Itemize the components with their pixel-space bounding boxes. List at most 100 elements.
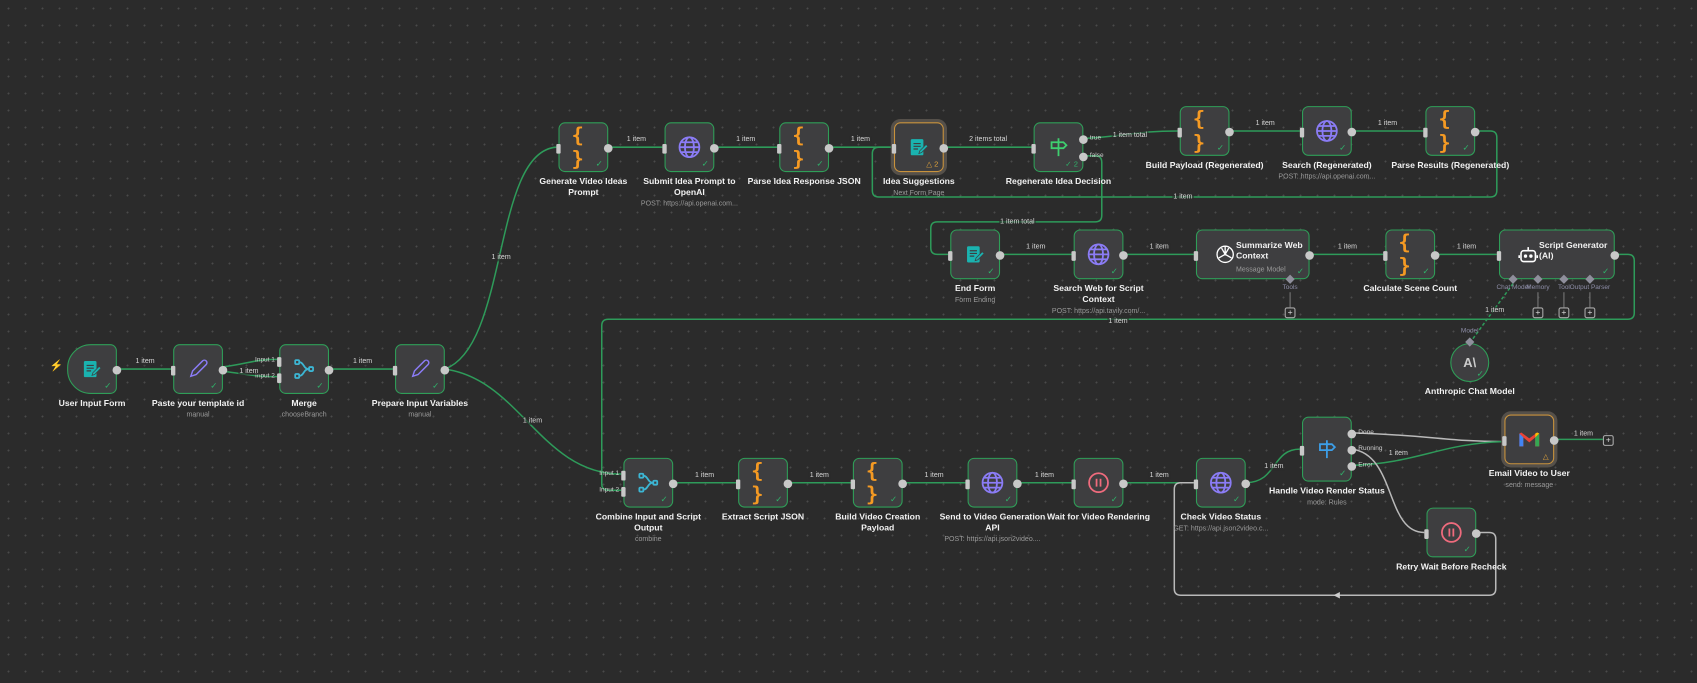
add-subnode-button[interactable]: + xyxy=(1284,307,1296,319)
node-regenerate-idea-decision[interactable]: ✓ 2 true false xyxy=(1031,122,1104,173)
node-send-to-video-generation-api[interactable]: ✓ xyxy=(965,457,1022,508)
output-port[interactable] xyxy=(995,251,1005,260)
input-port[interactable] xyxy=(1031,143,1036,154)
node-label: Script Generator (AI) xyxy=(1539,240,1613,262)
node-calculate-scene-count[interactable]: { } ✓ xyxy=(1383,229,1440,280)
add-subnode-button[interactable]: + xyxy=(1532,307,1544,319)
input-port[interactable] xyxy=(850,478,856,489)
output-port[interactable] xyxy=(324,365,334,375)
success-check-icon: ✓ xyxy=(1462,142,1470,153)
output-port[interactable] xyxy=(1347,127,1357,137)
output-port[interactable] xyxy=(709,143,719,153)
node-title: Paste your template id xyxy=(151,398,245,409)
input-port[interactable] xyxy=(1177,127,1182,137)
input-port[interactable] xyxy=(1423,127,1428,137)
node-email-video-to-user[interactable]: △ xyxy=(1502,414,1559,465)
output-port[interactable] xyxy=(939,143,949,153)
node-handle-video-render-status[interactable]: ✓ Done Running Error xyxy=(1299,416,1382,482)
input-port[interactable] xyxy=(1383,250,1388,261)
output-port[interactable] xyxy=(1347,462,1357,471)
node-parse-results-regenerated[interactable]: { } ✓ xyxy=(1423,106,1480,156)
output-port[interactable] xyxy=(1013,479,1022,489)
node-end-form[interactable]: ✓ xyxy=(948,229,1005,280)
input-port[interactable] xyxy=(171,365,176,376)
output-port[interactable] xyxy=(1549,436,1559,445)
node-parse-idea-response-json[interactable]: { } ✓ xyxy=(777,122,834,173)
success-check-icon: ✓ xyxy=(660,494,668,505)
node-user-input-form[interactable]: ✓ xyxy=(67,344,122,394)
node-idea-suggestions[interactable]: △ 2 xyxy=(891,122,949,173)
input-port[interactable] xyxy=(662,143,667,154)
output-port[interactable] xyxy=(1241,479,1251,489)
node-extract-script-json[interactable]: { } ✓ xyxy=(735,457,793,508)
node-build-video-creation-payload[interactable]: { } ✓ xyxy=(850,457,907,508)
node-summarize-web-context[interactable]: ✓ Summarize Web Context Message Model xyxy=(1193,229,1314,280)
input-port[interactable] xyxy=(777,143,782,154)
node-script-generator-ai[interactable]: ✓ Script Generator (AI) xyxy=(1496,229,1620,280)
input-port[interactable] xyxy=(621,487,626,497)
input-port[interactable] xyxy=(1424,528,1429,539)
input-port[interactable] xyxy=(277,373,282,384)
output-port[interactable] xyxy=(1079,135,1088,144)
output-port[interactable] xyxy=(112,365,122,375)
node-retry-wait-before-recheck[interactable]: ✓ xyxy=(1424,507,1481,558)
input-port[interactable] xyxy=(277,357,282,367)
output-port[interactable] xyxy=(668,479,678,489)
workflow-canvas[interactable]: ⚡ ✓ User Input Form ✓ Paste your template id… xyxy=(0,0,1697,683)
output-port[interactable] xyxy=(1347,445,1357,455)
code-braces-icon: { } xyxy=(751,458,765,507)
node-paste-your-template-id[interactable]: ✓ xyxy=(171,344,228,394)
node-search-regenerated[interactable]: ✓ xyxy=(1299,106,1357,156)
input-port[interactable] xyxy=(735,478,741,489)
output-port[interactable] xyxy=(1079,152,1088,162)
input-port[interactable] xyxy=(1193,478,1199,489)
node-search-web-for-script-context[interactable]: ✓ xyxy=(1071,229,1128,280)
output-port[interactable] xyxy=(1119,479,1128,489)
output-port[interactable] xyxy=(1470,127,1480,137)
input-port[interactable] xyxy=(965,478,970,489)
node-subtitle: POST: https://api.json2video.... xyxy=(944,535,1041,544)
node-subtitle: chooseBranch xyxy=(281,411,327,419)
output-port[interactable] xyxy=(218,365,228,375)
add-subnode-button[interactable]: + xyxy=(1558,307,1570,319)
input-port[interactable] xyxy=(948,250,953,261)
input-port[interactable] xyxy=(1193,250,1199,261)
success-check-icon: ✓ xyxy=(1216,142,1225,153)
input-port[interactable] xyxy=(392,365,398,376)
node-submit-idea-prompt-to-openai[interactable]: ✓ xyxy=(662,122,719,173)
node-check-video-status[interactable]: ✓ xyxy=(1193,457,1251,508)
output-port[interactable] xyxy=(1471,529,1481,538)
node-combine-input-and-script-output[interactable]: ✓ Input 1 Input 2 xyxy=(599,457,678,508)
connection[interactable] xyxy=(1351,432,1503,443)
input-port[interactable] xyxy=(1071,250,1076,261)
node-wait-for-video-rendering[interactable]: ✓ xyxy=(1071,457,1128,508)
input-port[interactable] xyxy=(1299,445,1305,456)
node-merge[interactable]: ✓ Input 1 Input 2 xyxy=(255,344,334,394)
input-port[interactable] xyxy=(621,470,626,481)
input-port[interactable] xyxy=(1502,435,1507,446)
input-port[interactable] xyxy=(1299,127,1305,137)
input-port[interactable] xyxy=(556,143,561,154)
input-port[interactable] xyxy=(1071,478,1076,489)
node-prepare-input-variables[interactable]: ✓ xyxy=(392,344,450,394)
output-port[interactable] xyxy=(824,143,834,153)
output-port[interactable] xyxy=(898,479,907,489)
node-label: End Form Form Ending xyxy=(916,284,1035,307)
output-port[interactable] xyxy=(440,365,450,375)
output-port[interactable] xyxy=(1347,429,1357,439)
node-generate-video-ideas-prompt[interactable]: { } ✓ xyxy=(556,122,613,173)
output-port[interactable] xyxy=(603,143,613,153)
node-title: Generate Video Ideas Prompt xyxy=(539,176,628,197)
input-port[interactable] xyxy=(1496,250,1502,261)
output-port[interactable] xyxy=(1430,251,1440,260)
add-node-button[interactable]: + xyxy=(1602,435,1614,446)
add-subnode-button[interactable]: + xyxy=(1584,307,1596,319)
output-port[interactable] xyxy=(1119,251,1128,260)
node-anthropic-chat-model[interactable]: A\ ✓ xyxy=(1450,343,1490,383)
arrow-icon xyxy=(1333,592,1340,599)
success-check-icon: ✓ xyxy=(1602,266,1610,276)
node-build-payload-regenerated[interactable]: { } ✓ xyxy=(1177,106,1234,156)
output-port[interactable] xyxy=(1225,127,1234,137)
output-port[interactable] xyxy=(783,479,793,489)
input-port[interactable] xyxy=(891,143,897,154)
